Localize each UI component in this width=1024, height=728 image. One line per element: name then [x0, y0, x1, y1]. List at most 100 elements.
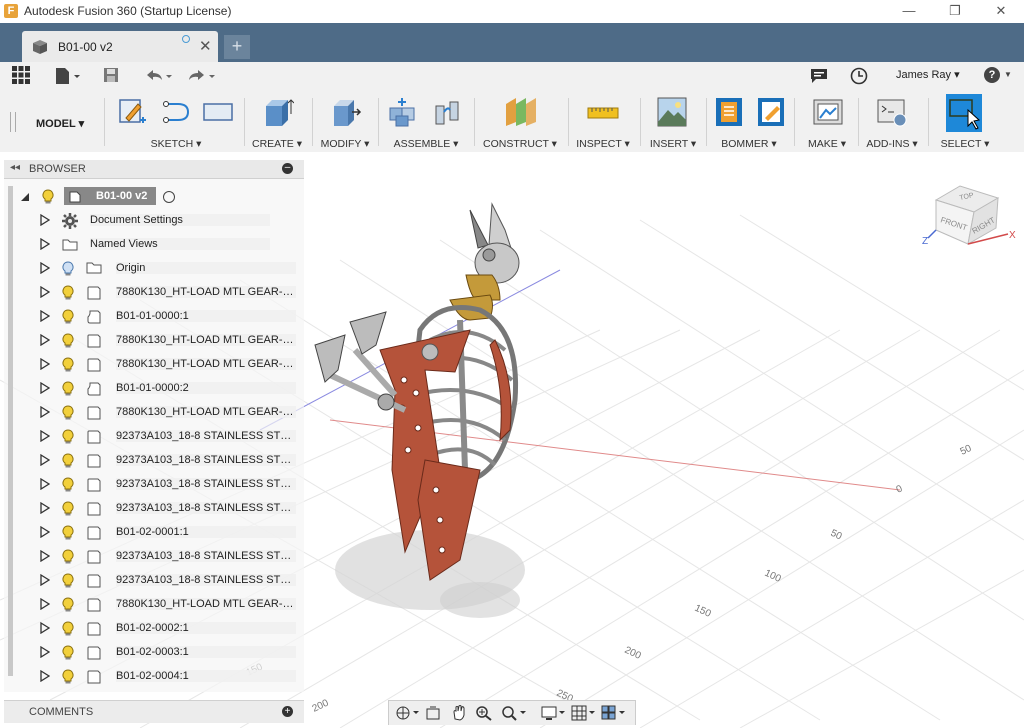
save-icon[interactable]: [103, 67, 119, 83]
browser-minimize-icon[interactable]: –: [282, 163, 293, 174]
browser-root-node[interactable]: B01-00 v2: [4, 186, 304, 208]
scripts-addins-icon[interactable]: [876, 96, 908, 128]
data-panel-grid-icon[interactable]: [12, 66, 30, 84]
create-sketch-icon[interactable]: [118, 96, 148, 126]
comments-panel[interactable]: COMMENTS +: [4, 700, 304, 723]
expand-arrow-icon[interactable]: [40, 502, 50, 514]
zoom-icon[interactable]: [475, 705, 493, 721]
collapse-browser-icon[interactable]: ◂◂: [10, 162, 20, 173]
redo-icon[interactable]: [187, 67, 219, 85]
browser-tree-item[interactable]: B01-02-0003:1: [4, 642, 304, 664]
expand-arrow-icon[interactable]: [40, 406, 50, 418]
file-menu-icon[interactable]: [54, 67, 80, 85]
browser-tree-item[interactable]: B01-02-0002:1: [4, 618, 304, 640]
browser-tree-item[interactable]: 92373A103_18-8 STAINLESS STE...: [4, 426, 304, 448]
bommer-edit-icon[interactable]: [756, 96, 786, 128]
visibility-bulb-icon[interactable]: [42, 189, 54, 205]
grid-settings-icon[interactable]: [571, 705, 597, 721]
job-status-clock-icon[interactable]: [850, 67, 868, 85]
expand-arrow-icon[interactable]: [40, 670, 50, 682]
expand-arrow-icon[interactable]: [40, 286, 50, 298]
expand-arrow-icon[interactable]: [40, 526, 50, 538]
visibility-bulb-icon[interactable]: [62, 261, 74, 277]
collapse-arrow-icon[interactable]: [20, 192, 30, 202]
pan-hand-icon[interactable]: [451, 705, 467, 721]
workspace-switcher[interactable]: MODEL ▾: [22, 90, 100, 152]
expand-arrow-icon[interactable]: [40, 622, 50, 634]
visibility-bulb-icon[interactable]: [62, 429, 74, 445]
fit-zoom-icon[interactable]: [501, 705, 527, 721]
construct-menu[interactable]: CONSTRUCT ▾: [476, 138, 564, 150]
orbit-icon[interactable]: [395, 705, 419, 721]
visibility-bulb-icon[interactable]: [62, 501, 74, 517]
document-tab[interactable]: B01-00 v2 ✕: [22, 31, 218, 62]
expand-arrow-icon[interactable]: [40, 598, 50, 610]
visibility-bulb-icon[interactable]: [62, 333, 74, 349]
press-pull-icon[interactable]: [330, 96, 362, 128]
browser-tree-item[interactable]: 92373A103_18-8 STAINLESS STE...: [4, 546, 304, 568]
help-dropdown-icon[interactable]: ▼: [1004, 70, 1012, 79]
visibility-bulb-icon[interactable]: [62, 549, 74, 565]
visibility-bulb-icon[interactable]: [62, 621, 74, 637]
expand-arrow-icon[interactable]: [40, 262, 50, 274]
browser-tree-item[interactable]: 7880K130_HT-LOAD MTL GEAR--2...: [4, 354, 304, 376]
expand-arrow-icon[interactable]: [40, 574, 50, 586]
browser-tree-item[interactable]: 7880K130_HT-LOAD MTL GEAR--2...: [4, 330, 304, 352]
maximize-button[interactable]: ❐: [932, 0, 978, 23]
expand-arrow-icon[interactable]: [40, 310, 50, 322]
robot-assembly-model[interactable]: [314, 202, 520, 581]
close-tab-button[interactable]: ✕: [199, 37, 212, 55]
browser-tree-item[interactable]: 92373A103_18-8 STAINLESS STE...: [4, 570, 304, 592]
select-menu[interactable]: SELECT ▾: [932, 138, 998, 150]
minimize-button[interactable]: —: [886, 0, 932, 23]
expand-arrow-icon[interactable]: [40, 478, 50, 490]
browser-tree-item[interactable]: B01-02-0001:1: [4, 522, 304, 544]
inspect-menu[interactable]: INSPECT ▾: [570, 138, 636, 150]
browser-tree-item[interactable]: 92373A103_18-8 STAINLESS STE...: [4, 450, 304, 472]
browser-tree-item[interactable]: Named Views: [4, 234, 304, 256]
expand-arrow-icon[interactable]: [40, 214, 50, 226]
insert-menu[interactable]: INSERT ▾: [642, 138, 704, 150]
visibility-bulb-icon[interactable]: [62, 525, 74, 541]
create-menu[interactable]: CREATE ▾: [246, 138, 308, 150]
insert-image-icon[interactable]: [656, 96, 688, 128]
browser-tree-item[interactable]: 7880K130_HT-LOAD MTL GEAR--2...: [4, 594, 304, 616]
close-window-button[interactable]: ✕: [978, 0, 1024, 23]
make-menu[interactable]: MAKE ▾: [798, 138, 856, 150]
expand-arrow-icon[interactable]: [40, 550, 50, 562]
new-component-icon[interactable]: [388, 96, 420, 128]
visibility-bulb-icon[interactable]: [62, 597, 74, 613]
assemble-menu[interactable]: ASSEMBLE ▾: [382, 138, 470, 150]
notifications-icon[interactable]: [810, 67, 828, 85]
add-comment-icon[interactable]: +: [282, 706, 293, 717]
measure-icon[interactable]: [586, 100, 620, 126]
browser-tree-item[interactable]: 92373A103_18-8 STAINLESS STE...: [4, 474, 304, 496]
help-button[interactable]: ?: [984, 67, 1000, 83]
joint-icon[interactable]: [432, 96, 464, 128]
browser-tree-item[interactable]: 7880K130_HT-LOAD MTL GEAR--2...: [4, 402, 304, 424]
select-tool-button[interactable]: [946, 94, 982, 132]
user-account-menu[interactable]: James Ray ▾: [896, 68, 960, 81]
sketch-menu[interactable]: SKETCH ▾: [110, 138, 242, 150]
activate-component-radio[interactable]: [163, 191, 175, 203]
extrude-icon[interactable]: [262, 96, 294, 128]
visibility-bulb-icon[interactable]: [62, 357, 74, 373]
expand-arrow-icon[interactable]: [40, 358, 50, 370]
toolbar-grip-handle[interactable]: [10, 112, 16, 132]
browser-tree-item[interactable]: Origin: [4, 258, 304, 280]
visibility-bulb-icon[interactable]: [62, 645, 74, 661]
visibility-bulb-icon[interactable]: [62, 285, 74, 301]
browser-tree-item[interactable]: B01-01-0000:1: [4, 306, 304, 328]
expand-arrow-icon[interactable]: [40, 646, 50, 658]
bommer-bom-icon[interactable]: [714, 96, 744, 128]
visibility-bulb-icon[interactable]: [62, 309, 74, 325]
visibility-bulb-icon[interactable]: [62, 405, 74, 421]
viewports-icon[interactable]: [601, 705, 627, 721]
browser-tree-item[interactable]: 7880K130_HT-LOAD MTL GEAR--2...: [4, 282, 304, 304]
visibility-bulb-icon[interactable]: [62, 573, 74, 589]
visibility-bulb-icon[interactable]: [62, 381, 74, 397]
rectangle-tool-icon[interactable]: [202, 96, 234, 126]
viewcube[interactable]: TOP FRONT RIGHT X Z: [916, 172, 1016, 262]
modify-menu[interactable]: MODIFY ▾: [316, 138, 374, 150]
expand-arrow-icon[interactable]: [40, 238, 50, 250]
